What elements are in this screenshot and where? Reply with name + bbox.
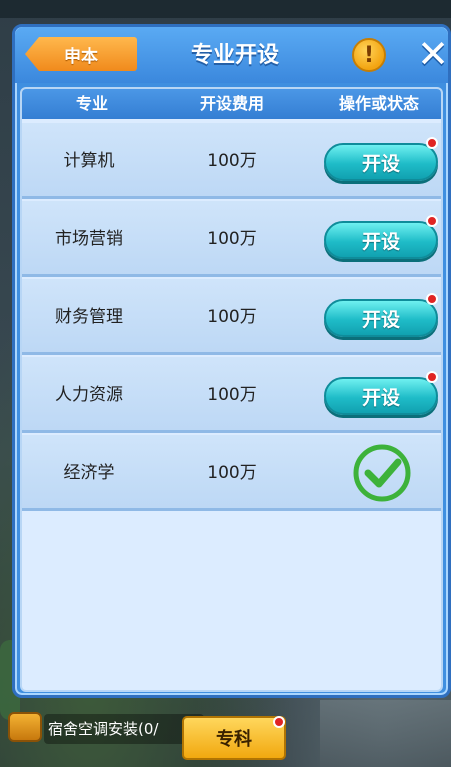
open-button-label: 开设 [361, 230, 400, 253]
table-row: 计算机 100万 开设 [22, 123, 441, 199]
open-button-label: 开设 [361, 386, 400, 409]
table-row: 市场营销 100万 开设 [22, 201, 441, 277]
notification-dot [426, 137, 438, 149]
table-row: 经济学 100万 [22, 435, 441, 511]
page-title: 专业开设 [190, 43, 279, 68]
notification-dot [426, 293, 438, 305]
header-major: 专业 [75, 94, 108, 113]
background-building [320, 700, 451, 767]
major-name: 人力资源 [55, 385, 123, 405]
dialog-title-bar: 申本 专业开设 ! ✕ [15, 27, 451, 83]
header-cost: 开设费用 [199, 94, 264, 113]
quest-icon[interactable] [8, 712, 42, 742]
open-button-label: 开设 [361, 308, 400, 331]
major-name: 市场营销 [55, 229, 123, 249]
major-cost: 100万 [207, 307, 257, 327]
tab-junior-college[interactable]: 专科 [182, 716, 286, 760]
back-button-label: 申本 [64, 46, 98, 67]
major-cost: 100万 [207, 385, 257, 405]
major-name: 经济学 [63, 463, 115, 483]
major-cost: 100万 [207, 229, 257, 249]
major-cost: 100万 [207, 463, 257, 483]
major-name: 财务管理 [55, 307, 123, 327]
back-button-undergrad[interactable]: 申本 [25, 37, 137, 71]
top-hud-strip [0, 0, 451, 18]
exclamation-icon[interactable]: ! [352, 38, 386, 72]
quest-text: 宿舍空调安装(0/ [48, 720, 159, 738]
open-major-button[interactable]: 开设 [324, 377, 438, 415]
check-icon [353, 444, 411, 502]
header-action: 操作或状态 [338, 94, 419, 113]
open-major-button[interactable]: 开设 [324, 221, 438, 259]
major-setup-dialog: 申本 专业开设 ! ✕ 专业 开设费用 操作或状态 计算机 100万 开设 市场… [12, 24, 451, 698]
open-major-button[interactable]: 开设 [324, 299, 438, 337]
majors-table-panel: 专业 开设费用 操作或状态 计算机 100万 开设 市场营销 100万 开设 财… [20, 87, 443, 692]
table-row: 人力资源 100万 开设 [22, 357, 441, 433]
table-header: 专业 开设费用 操作或状态 [22, 89, 441, 119]
tab-label: 专科 [216, 729, 252, 750]
major-cost: 100万 [207, 151, 257, 171]
notification-dot [426, 215, 438, 227]
notification-dot [273, 716, 285, 728]
open-button-label: 开设 [361, 152, 400, 175]
notification-dot [426, 371, 438, 383]
close-icon[interactable]: ✕ [415, 35, 451, 73]
table-row: 财务管理 100万 开设 [22, 279, 441, 355]
major-name: 计算机 [63, 151, 115, 171]
open-major-button[interactable]: 开设 [324, 143, 438, 181]
